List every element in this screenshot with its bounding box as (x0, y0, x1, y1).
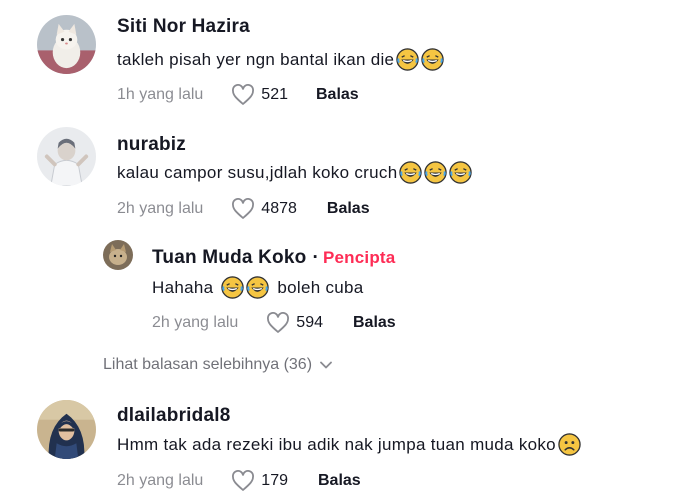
laugh-emoji-icon (396, 48, 420, 71)
badge-separator: · (312, 247, 319, 268)
comment-time: 2h yang lalu (117, 472, 204, 489)
comment-username[interactable]: dlailabridal8 (117, 405, 230, 427)
laugh-emoji-icon (221, 276, 245, 299)
like-button[interactable]: 179 (231, 470, 288, 492)
like-button[interactable]: 4878 (231, 198, 297, 220)
heart-icon[interactable] (231, 84, 255, 106)
reply-text: Hahaha boleh cuba (152, 276, 364, 299)
comment-text: Hmm tak ada rezeki ibu adik nak jumpa tu… (117, 433, 581, 456)
laugh-emoji-icon (399, 161, 423, 184)
heart-icon[interactable] (266, 312, 290, 334)
sad-emoji-icon (558, 433, 581, 456)
cat-avatar[interactable] (37, 15, 96, 74)
reply-button[interactable]: Balas (327, 200, 370, 218)
cat-avatar[interactable] (103, 240, 133, 270)
reply-text-before: Hahaha (152, 277, 214, 297)
laugh-emoji-icon (449, 161, 473, 184)
heart-icon[interactable] (231, 470, 255, 492)
creator-badge: Pencipta (322, 248, 396, 267)
reply-button[interactable]: Balas (316, 86, 359, 104)
like-button[interactable]: 521 (231, 84, 288, 106)
laugh-emoji-icon (421, 48, 445, 71)
reply-meta: 2h yang lalu 594 Balas (152, 312, 396, 334)
laugh-emoji-icon (246, 276, 270, 299)
heart-icon[interactable] (231, 198, 255, 220)
comment-text-body: kalau campor susu,jdlah koko cruch (117, 162, 398, 182)
reply-button[interactable]: Balas (353, 314, 396, 332)
reply-header: Tuan Muda Koko · Pencipta (152, 247, 395, 269)
view-more-replies-label: Lihat balasan selebihnya (36) (103, 356, 313, 373)
comment-username[interactable]: Siti Nor Hazira (117, 16, 250, 38)
like-count: 521 (261, 86, 288, 103)
comment-text-body: takleh pisah yer ngn bantal ikan die (117, 49, 395, 69)
like-button[interactable]: 594 (266, 312, 323, 334)
comment-meta: 2h yang lalu 179 Balas (117, 470, 361, 492)
comment-time: 2h yang lalu (117, 200, 204, 217)
reply-text-after: boleh cuba (277, 277, 364, 297)
comment-time: 1h yang lalu (117, 86, 204, 103)
comment-text: kalau campor susu,jdlah koko cruch (117, 161, 473, 184)
reply-username[interactable]: Tuan Muda Koko (152, 247, 306, 268)
comment-meta: 2h yang lalu 4878 Balas (117, 198, 370, 220)
hijab-person-avatar[interactable] (37, 400, 96, 459)
reply-time: 2h yang lalu (152, 314, 239, 331)
like-count: 179 (261, 472, 288, 489)
like-count: 594 (296, 314, 323, 331)
comment-text-body: Hmm tak ada rezeki ibu adik nak jumpa tu… (117, 434, 556, 454)
like-count: 4878 (261, 200, 297, 217)
laugh-emoji-icon (424, 161, 448, 184)
comment-username[interactable]: nurabiz (117, 134, 186, 156)
reply-button[interactable]: Balas (318, 472, 361, 490)
chevron-down-icon (320, 361, 332, 369)
comment-text: takleh pisah yer ngn bantal ikan die (117, 48, 445, 71)
person-avatar[interactable] (37, 127, 96, 186)
comment-meta: 1h yang lalu 521 Balas (117, 84, 359, 106)
view-more-replies-button[interactable]: Lihat balasan selebihnya (36) (103, 356, 332, 374)
